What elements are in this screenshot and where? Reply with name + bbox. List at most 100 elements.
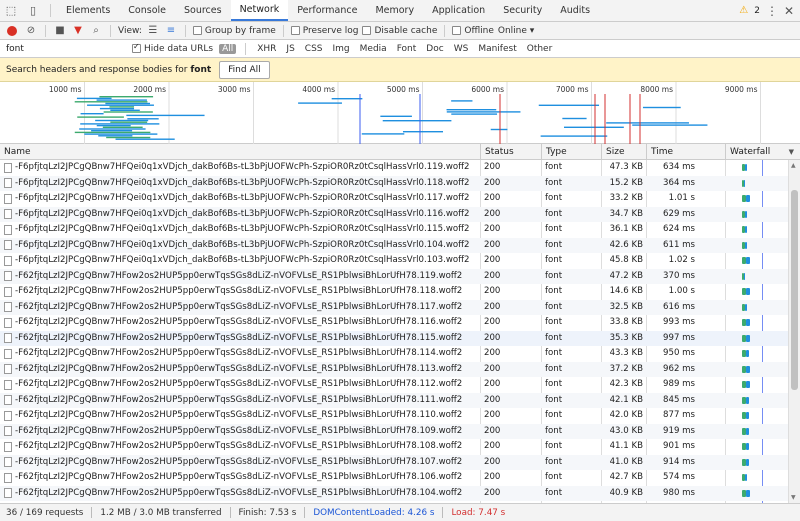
table-row[interactable]: -F62fjtqLzI2JPCgQBnw7HFow2os2HUP5pp0erwT… [0,470,788,486]
request-name-cell[interactable]: -F62fjtqLzI2JPCgQBnw7HFow2os2HUP5pp0erwT… [4,362,480,378]
tab-sources[interactable]: Sources [175,0,231,21]
table-row[interactable]: -F62fjtqLzI2JPCgQBnw7HFow2os2HUP5pp0erwT… [0,485,788,502]
checkbox-box[interactable] [362,26,372,35]
request-name-cell[interactable]: -F62fjtqLzI2JPCgQBnw7HFow2os2HUP5pp0erwT… [4,346,480,362]
preserve-log-checkbox[interactable]: Preserve log [290,26,358,36]
request-name-cell[interactable]: -F62fjtqLzI2JPCgQBnw7HFow2os2HUP5pp0erwT… [4,486,480,502]
request-name-cell[interactable]: -F6pfjtqLzI2JPCgQBnw7HFQei0q1xVDjch_dakB… [4,222,480,238]
table-row[interactable]: -F6pfjtqLzI2JPCgQBnw7HFQei0q1xVDjch_dakB… [0,175,788,192]
checkbox-box[interactable] [290,26,300,35]
filter-icon[interactable]: ▼ [71,25,85,36]
checkbox-box-checked[interactable] [132,42,141,53]
checkbox-box[interactable] [452,26,462,35]
column-header-time[interactable]: Time [646,144,725,160]
search-icon[interactable]: ⌕ [89,25,103,36]
table-row[interactable]: -F62fjtqLzI2JPCgQBnw7HFow2os2HUP5pp0erwT… [0,423,788,440]
tab-memory[interactable]: Memory [366,0,423,21]
waterfall-cell[interactable] [728,160,788,176]
column-header-size[interactable]: Size [601,144,646,160]
table-row[interactable]: -F6pfjtqLzI2JPCgQBnw7HFQei0q1xVDjch_dakB… [0,237,788,254]
table-row[interactable]: -F62fjtqLzI2JPCgQBnw7HFow2os2HUP5pp0erwT… [0,284,788,300]
column-header-type[interactable]: Type [541,144,601,160]
waterfall-cell[interactable] [728,362,788,378]
request-name-cell[interactable]: -F6pfjtqLzI2JPCgQBnw7HFQei0q1xVDjch_dakB… [4,207,480,223]
waterfall-cell[interactable] [728,346,788,362]
request-name-cell[interactable]: -F6pfjtqLzI2JPCgQBnw7HFQei0q1xVDjch_dakB… [4,253,480,269]
table-row[interactable]: -F62fjtqLzI2JPCgQBnw7HFow2os2HUP5pp0erwT… [0,377,788,393]
tab-performance[interactable]: Performance [288,0,366,21]
request-name-cell[interactable]: -F62fjtqLzI2JPCgQBnw7HFow2os2HUP5pp0erwT… [4,284,480,300]
find-all-button[interactable]: Find All [219,60,270,79]
waterfall-cell[interactable] [728,486,788,502]
waterfall-cell[interactable] [728,284,788,300]
table-row[interactable]: -F62fjtqLzI2JPCgQBnw7HFow2os2HUP5pp0erwT… [0,361,788,378]
waterfall-cell[interactable] [728,331,788,347]
more-options-icon[interactable]: ⋮ [766,4,778,18]
type-filter-js[interactable]: JS [284,44,296,54]
type-filter-other[interactable]: Other [525,44,555,54]
request-name-cell[interactable]: -F62fjtqLzI2JPCgQBnw7HFow2os2HUP5pp0erwT… [4,269,480,285]
request-name-cell[interactable]: -F62fjtqLzI2JPCgQBnw7HFow2os2HUP5pp0erwT… [4,424,480,440]
table-scrollbar[interactable]: ▲ ▼ [788,160,800,503]
scroll-up-icon[interactable]: ▲ [791,162,796,169]
waterfall-cell[interactable] [728,300,788,316]
waterfall-cell[interactable] [728,222,788,238]
column-header-waterfall[interactable]: Waterfall ▼ [725,144,800,160]
tab-application[interactable]: Application [423,0,494,21]
filter-input[interactable] [6,43,126,54]
type-filter-ws[interactable]: WS [452,44,471,54]
table-row[interactable]: -F62fjtqLzI2JPCgQBnw7HFow2os2HUP5pp0erwT… [0,315,788,331]
type-filter-all[interactable]: All [219,43,237,54]
tab-console[interactable]: Console [119,0,175,21]
table-row[interactable]: -F6pfjtqLzI2JPCgQBnw7HFQei0q1xVDjch_dakB… [0,222,788,238]
tab-security[interactable]: Security [494,0,551,21]
type-filter-media[interactable]: Media [358,44,389,54]
request-name-cell[interactable]: -F62fjtqLzI2JPCgQBnw7HFow2os2HUP5pp0erwT… [4,439,480,455]
waterfall-cell[interactable] [728,207,788,223]
table-row[interactable]: -F62fjtqLzI2JPCgQBnw7HFow2os2HUP5pp0erwT… [0,268,788,285]
disable-cache-checkbox[interactable]: Disable cache [362,26,437,36]
hide-data-urls-checkbox[interactable]: Hide data URLs [132,42,213,54]
clear-icon[interactable]: ⊘ [24,25,38,36]
offline-checkbox[interactable]: Offline [452,26,494,36]
screenshot-camera-icon[interactable]: ■ [53,25,67,36]
group-by-frame-checkbox[interactable]: Group by frame [192,26,276,36]
table-row[interactable]: -F62fjtqLzI2JPCgQBnw7HFow2os2HUP5pp0erwT… [0,392,788,409]
waterfall-cell[interactable] [728,408,788,424]
inspect-element-icon[interactable]: ⬚ [0,0,22,21]
waterfall-cell[interactable] [728,269,788,285]
scroll-down-icon[interactable]: ▼ [791,494,796,501]
warning-count[interactable]: 2 [754,6,760,16]
request-name-cell[interactable]: -F62fjtqLzI2JPCgQBnw7HFow2os2HUP5pp0erwT… [4,470,480,486]
table-row[interactable]: -F62fjtqLzI2JPCgQBnw7HFow2os2HUP5pp0erwT… [0,346,788,362]
large-rows-icon[interactable]: ☰ [146,25,160,36]
type-filter-img[interactable]: Img [331,44,352,54]
tab-audits[interactable]: Audits [551,0,599,21]
waterfall-cell[interactable] [728,191,788,207]
waterfall-cell[interactable] [728,439,788,455]
waterfall-cell[interactable] [728,470,788,486]
table-row[interactable]: -F62fjtqLzI2JPCgQBnw7HFow2os2HUP5pp0erwT… [0,454,788,471]
request-name-cell[interactable]: -F62fjtqLzI2JPCgQBnw7HFow2os2HUP5pp0erwT… [4,393,480,409]
scrollbar-thumb[interactable] [791,190,798,390]
type-filter-manifest[interactable]: Manifest [476,44,518,54]
waterfall-cell[interactable] [728,238,788,254]
waterfall-cell[interactable] [728,455,788,471]
waterfall-cell[interactable] [728,377,788,393]
table-row[interactable]: -F6pfjtqLzI2JPCgQBnw7HFQei0q1xVDjch_dakB… [0,160,788,176]
waterfall-cell[interactable] [728,393,788,409]
timeline-overview-graph[interactable]: 1000 ms 2000 ms 3000 ms 4000 ms 5000 ms 6000 … [0,82,800,144]
request-name-cell[interactable]: -F62fjtqLzI2JPCgQBnw7HFow2os2HUP5pp0erwT… [4,300,480,316]
request-name-cell[interactable]: -F6pfjtqLzI2JPCgQBnw7HFQei0q1xVDjch_dakB… [4,160,480,176]
table-row[interactable]: -F62fjtqLzI2JPCgQBnw7HFow2os2HUP5pp0erwT… [0,299,788,316]
checkbox-box[interactable] [192,26,202,35]
request-name-cell[interactable]: -F6pfjtqLzI2JPCgQBnw7HFQei0q1xVDjch_dakB… [4,238,480,254]
waterfall-cell[interactable] [728,424,788,440]
waterfall-cell[interactable] [728,176,788,192]
waterfall-cell[interactable] [728,253,788,269]
request-name-cell[interactable]: -F6pfjtqLzI2JPCgQBnw7HFQei0q1xVDjch_dakB… [4,176,480,192]
request-name-cell[interactable]: -F62fjtqLzI2JPCgQBnw7HFow2os2HUP5pp0erwT… [4,377,480,393]
type-filter-font[interactable]: Font [395,44,419,54]
device-toolbar-icon[interactable]: ▯ [22,0,44,21]
table-row[interactable]: -F6pfjtqLzI2JPCgQBnw7HFQei0q1xVDjch_dakB… [0,253,788,269]
